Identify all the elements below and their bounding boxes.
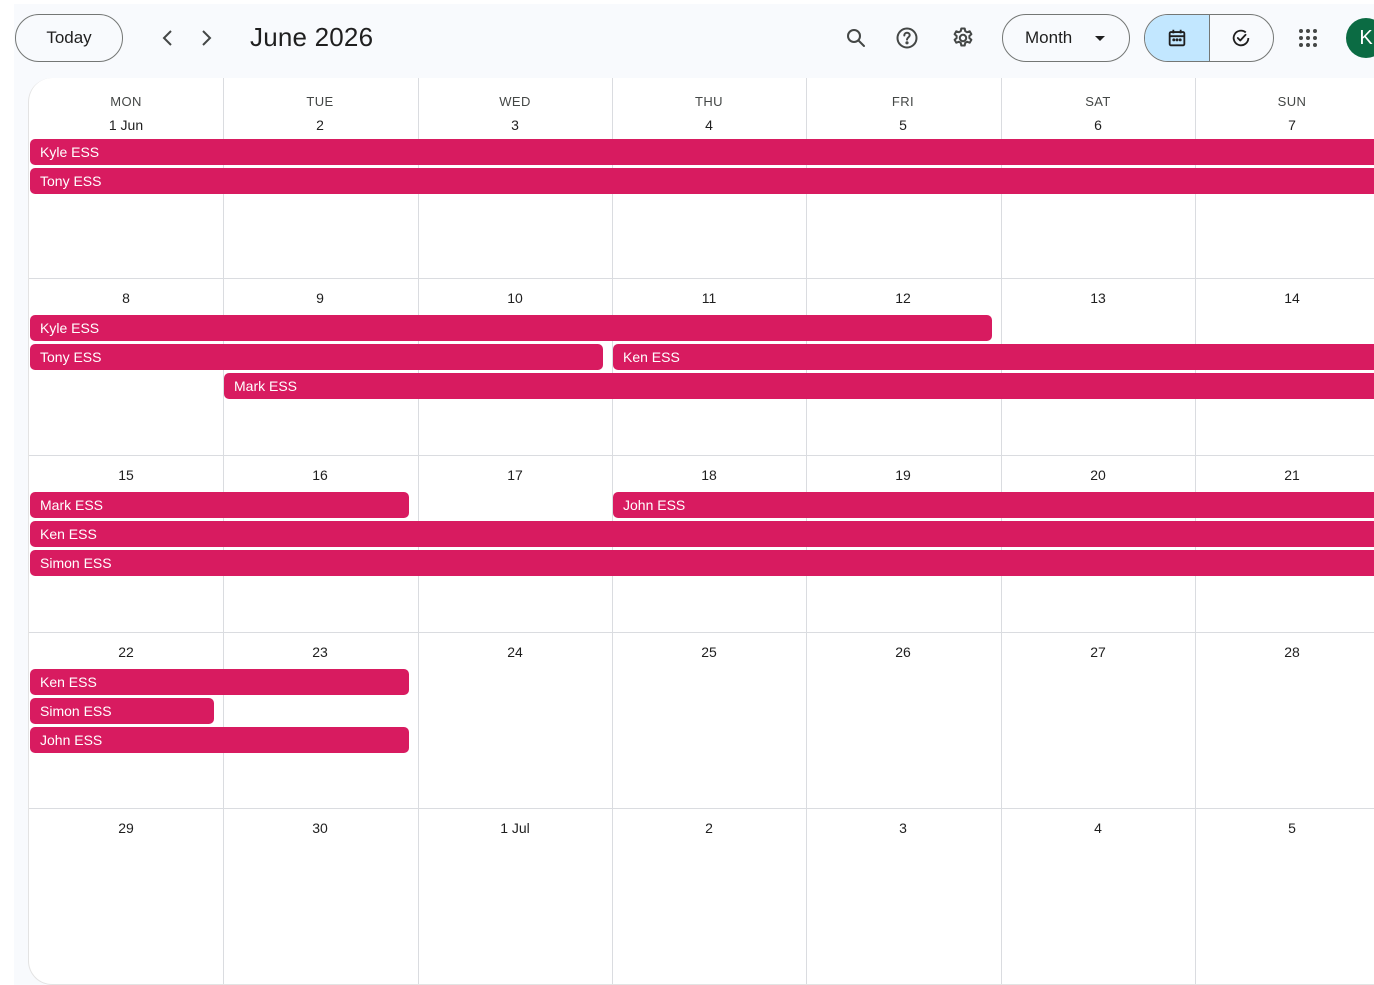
month-title: June 2026 — [250, 22, 374, 52]
avatar[interactable]: K — [1346, 18, 1374, 58]
date-label[interactable]: 29 — [29, 820, 223, 836]
date-label[interactable]: 23 — [223, 644, 417, 660]
weekday-header: SAT — [1085, 94, 1111, 109]
row-divider — [29, 632, 1374, 633]
date-label[interactable]: 24 — [418, 644, 612, 660]
date-label[interactable]: 17 — [418, 467, 612, 483]
weekday-header: FRI — [891, 94, 915, 109]
event-chip[interactable]: Kyle ESS — [30, 139, 1374, 165]
date-label[interactable]: 16 — [223, 467, 417, 483]
event-chip[interactable]: John ESS — [30, 727, 409, 753]
weekday-header: TUE — [306, 94, 334, 109]
date-label[interactable]: 26 — [806, 644, 1000, 660]
weekday-header: SUN — [1277, 94, 1307, 109]
check-circle-icon — [1233, 29, 1250, 47]
view-selector-label: Month — [1025, 28, 1073, 47]
event-chip[interactable]: Simon ESS — [30, 550, 1374, 576]
date-label[interactable]: 4 — [612, 117, 806, 133]
date-label[interactable]: 1 Jun — [29, 117, 223, 133]
weekday-header: MON — [110, 94, 142, 109]
event-chip[interactable]: Mark ESS — [224, 373, 1374, 399]
event-chip[interactable]: Kyle ESS — [30, 315, 992, 341]
event-chip[interactable]: John ESS — [613, 492, 1374, 518]
date-label[interactable]: 5 — [1195, 820, 1374, 836]
chevron-left-icon — [162, 30, 172, 46]
event-chip[interactable]: Ken ESS — [613, 344, 1374, 370]
calendar-icon — [1168, 29, 1185, 47]
date-label[interactable]: 19 — [806, 467, 1000, 483]
date-label[interactable]: 27 — [1001, 644, 1195, 660]
date-label[interactable]: 22 — [29, 644, 223, 660]
help-button[interactable] — [887, 18, 927, 58]
search-button[interactable] — [836, 18, 876, 58]
settings-button[interactable] — [943, 18, 983, 58]
previous-month-button[interactable] — [148, 18, 188, 58]
gear-icon — [953, 27, 973, 47]
date-label[interactable]: 18 — [612, 467, 806, 483]
event-chip[interactable]: Tony ESS — [30, 168, 1374, 194]
date-label[interactable]: 2 — [612, 820, 806, 836]
date-label[interactable]: 30 — [223, 820, 417, 836]
date-label[interactable]: 3 — [806, 820, 1000, 836]
date-label[interactable]: 14 — [1195, 290, 1374, 306]
date-label[interactable]: 28 — [1195, 644, 1374, 660]
event-chip[interactable]: Ken ESS — [30, 521, 1374, 547]
date-label[interactable]: 6 — [1001, 117, 1195, 133]
tasks-view-toggle[interactable] — [1210, 15, 1274, 61]
row-divider — [29, 808, 1374, 809]
event-chip[interactable]: Simon ESS — [30, 698, 214, 724]
calendar-app: Today June 2026 Month K MON TUE WED THU FRI — [14, 4, 1374, 985]
date-label[interactable]: 11 — [612, 290, 806, 306]
date-label[interactable]: 15 — [29, 467, 223, 483]
date-label[interactable]: 2 — [223, 117, 417, 133]
date-label[interactable]: 12 — [806, 290, 1000, 306]
row-divider — [29, 455, 1374, 456]
date-label[interactable]: 4 — [1001, 820, 1195, 836]
chevron-right-icon — [202, 30, 212, 46]
next-month-button[interactable] — [186, 18, 226, 58]
apps-grid-icon — [1299, 29, 1317, 47]
event-chip[interactable]: Tony ESS — [30, 344, 603, 370]
row-divider — [29, 278, 1374, 279]
date-label[interactable]: 8 — [29, 290, 223, 306]
weekday-header: THU — [695, 94, 723, 109]
help-icon — [896, 27, 918, 49]
weekday-header: WED — [499, 94, 531, 109]
date-label[interactable]: 21 — [1195, 467, 1374, 483]
date-label[interactable]: 20 — [1001, 467, 1195, 483]
view-selector-button[interactable]: Month — [1002, 14, 1130, 62]
date-label[interactable]: 3 — [418, 117, 612, 133]
apps-button[interactable] — [1288, 18, 1328, 58]
date-label[interactable]: 9 — [223, 290, 417, 306]
calendar-view-toggle[interactable] — [1145, 15, 1210, 61]
date-label[interactable]: 25 — [612, 644, 806, 660]
date-label[interactable]: 7 — [1195, 117, 1374, 133]
dropdown-arrow-icon — [1095, 36, 1105, 41]
view-toggle — [1144, 14, 1274, 62]
date-label[interactable]: 13 — [1001, 290, 1195, 306]
today-button[interactable]: Today — [15, 14, 123, 62]
date-label[interactable]: 10 — [418, 290, 612, 306]
date-label[interactable]: 5 — [806, 117, 1000, 133]
month-grid: MON TUE WED THU FRI SAT SUN 1 Jun 2 3 4 5 6 7 Kyle ESS… — [28, 78, 1374, 985]
event-chip[interactable]: Mark ESS — [30, 492, 409, 518]
search-icon — [847, 29, 865, 47]
date-label[interactable]: 1 Jul — [418, 820, 612, 836]
event-chip[interactable]: Ken ESS — [30, 669, 409, 695]
